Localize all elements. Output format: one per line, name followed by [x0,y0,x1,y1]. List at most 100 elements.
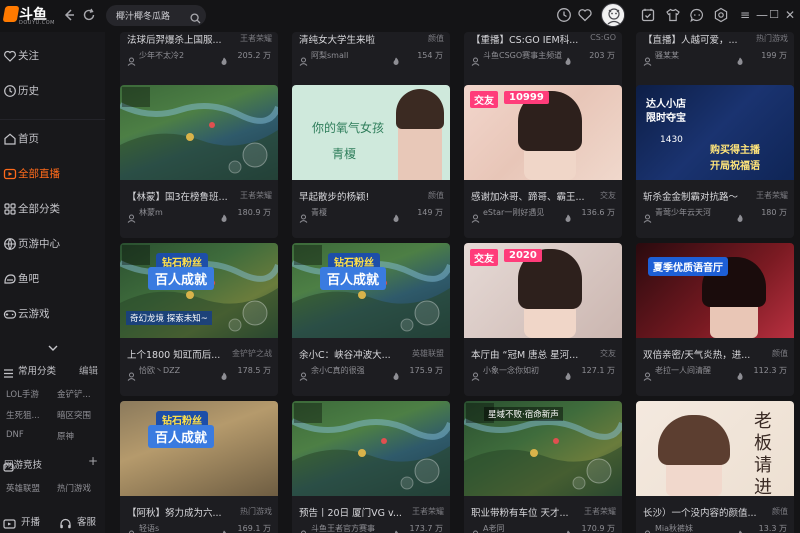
category-tag[interactable]: 热门游戏 [57,482,91,494]
shirt-icon[interactable] [665,7,681,23]
card-streamer: 斗鱼王者官方赛事 [311,524,375,533]
card-views: 169.1 万 [237,524,271,533]
stream-thumbnail[interactable] [292,401,450,496]
avatar[interactable] [601,3,625,27]
category-tag[interactable]: LOL手游 [6,388,39,400]
stream-thumbnail[interactable]: 星域不败·宿命新声 [464,401,622,496]
overlay-line2: 限时夺宝 [646,113,686,124]
overlay-badge: 交友 [470,249,498,266]
stream-thumbnail[interactable]: 达人小店 限时夺宝 1430 购买得主播 开局祝福语 [636,85,794,180]
overlay-line4: 开局祝福语 [710,161,760,172]
calendar-check-icon[interactable] [640,7,656,23]
douyu-logo[interactable]: 斗鱼 DOUYU.COM [2,4,55,26]
category-tag[interactable]: 金铲铲... [57,388,91,400]
sidebar-item-web-games[interactable]: 页游中心 [0,229,105,257]
close-button[interactable]: ✕ [783,7,797,23]
category-tag[interactable]: 原神 [57,430,74,442]
live-card[interactable]: 【林蒙】国3在榜鲁班... 王者荣耀 林蒙m 180.9 万 [120,85,278,238]
sidebar-item-label: 全部分类 [18,203,60,215]
stream-thumbnail[interactable]: 夏季优质语音厅 [636,243,794,338]
user-icon [127,208,136,223]
live-card[interactable]: 星域不败·宿命新声 职业带粉有车位 天才... 王者荣耀 A老同 170.9 万 [464,401,622,533]
refresh-icon[interactable] [82,8,96,22]
sidebar-item-cloud-games[interactable]: 云游戏 [0,299,105,327]
headset-icon [59,515,72,529]
live-card[interactable]: 夏季优质语音厅 双倍亲密/天气炎热，进... 颜值 老拉一人间清醒 112.3 万 [636,243,794,396]
card-title: 感谢加冰哥、蹄哥、霸王... [471,192,585,203]
overlay-line3: 购买得主播 [710,145,760,156]
live-card[interactable]: 预告丨20日 厦门VG v... 王者荣耀 斗鱼王者官方赛事 173.7 万 [292,401,450,533]
gear-icon[interactable] [713,7,729,23]
sidebar-divider [0,119,105,120]
category-tag[interactable]: 生死狙... [6,409,40,421]
add-category-button[interactable]: + [88,454,98,468]
fire-icon [564,208,572,222]
card-streamer: 阿梨small [311,51,349,60]
fire-icon [392,51,400,65]
sidebar-item-follow[interactable]: 关注 [0,41,105,69]
user-icon [471,51,480,66]
overlay-line1: 达人小店 [646,99,686,110]
card-views: 180.9 万 [237,208,271,217]
live-card[interactable]: 老板请进长沙）一个没内容的颜值... 颜值 Mia秋裤妹 13.3 万 [636,401,794,533]
sidebar-item-fish-bar[interactable]: 鱼吧 [0,264,105,292]
category-tag[interactable]: 英雄联盟 [6,482,40,494]
search-icon[interactable] [190,9,201,24]
live-icon [3,166,17,180]
sidebar-item-label: 历史 [18,85,39,97]
start-live-button[interactable]: 开播 [3,512,51,530]
chat-icon[interactable] [689,7,705,23]
sidebar-item-all-categories[interactable]: 全部分类 [0,194,105,222]
maximize-button[interactable]: ☐ [767,7,781,23]
card-streamer: 斗鱼CSGO赛事主频道 [483,51,563,60]
heart-icon [3,48,17,62]
overlay-number: 2020 [504,249,542,262]
esports-label: 网游竞技 [4,460,43,471]
category-tag[interactable]: 暗区突围 [57,409,91,421]
hair-shape [396,89,444,129]
stream-thumbnail[interactable] [120,85,278,180]
user-icon [471,366,480,381]
stream-thumbnail[interactable]: 钻石粉丝 百人成就 奇幻龙境 探索未知~ [120,243,278,338]
sidebar-item-history[interactable]: 历史 [0,76,105,104]
card-views: 175.9 万 [409,366,443,375]
stream-thumbnail[interactable]: 交友 10999 [464,85,622,180]
live-card[interactable]: 交友 10999 感谢加冰哥、蹄哥、霸王... 交友 eStar一刚好遇见 136.6 万 [464,85,622,238]
card-streamer: 林蒙m [139,208,163,217]
overlay-badge-main: 百人成就 [320,267,387,290]
live-card[interactable]: 钻石粉丝 百人成就 【阿秋】努力成为六... 热门游戏 轻语s 169.1 万 [120,401,278,533]
menu-button[interactable]: ≡ [738,7,752,23]
heart-icon[interactable] [577,7,593,23]
stream-thumbnail[interactable]: 钻石粉丝 百人成就 [292,243,450,338]
hair-shape [658,415,730,465]
fire-icon [564,524,572,533]
top-bar: 斗鱼 DOUYU.COM 椰汁椰冬瓜路 ≡ — ☐ ✕ [0,0,800,32]
clock-icon[interactable] [556,7,572,23]
live-card[interactable]: 交友 2020 本厅由 “冠M 唐总 星河... 交友 小象一念你如初 127.1 万 [464,243,622,396]
chevron-down-icon[interactable] [48,337,58,351]
fire-icon [392,524,400,533]
customer-service-button[interactable]: 客服 [59,512,103,530]
stream-thumbnail[interactable]: 老板请进 [636,401,794,496]
search-input[interactable] [116,8,186,23]
sidebar-item-label: 首页 [18,133,39,145]
logo-mark [2,6,20,22]
sidebar-item-all-live[interactable]: 全部直播 [0,159,105,187]
stream-thumbnail[interactable]: 钻石粉丝 百人成就 [120,401,278,496]
live-card[interactable]: 你的氧气女孩 青榎 早起散步的杨颖! 颜值 青榎 149 万 [292,85,450,238]
category-tag[interactable]: DNF [6,430,24,440]
live-card[interactable]: 钻石粉丝 百人成就 余小C：峡谷冲波大... 英雄联盟 余小C真的很强 175.9 万 [292,243,450,396]
sidebar-item-home[interactable]: 首页 [0,124,105,152]
card-title: 预告丨20日 厦门VG v... [299,508,402,519]
arrow-left-icon[interactable] [62,8,76,22]
live-card[interactable]: 钻石粉丝 百人成就 奇幻龙境 探索未知~ 上个1800 知豇而后... 金铲铲之战 恰欧丶… [120,243,278,396]
gamepad-icon [3,306,17,320]
live-card[interactable]: 达人小店 限时夺宝 1430 购买得主播 开局祝福语 斩杀金金制霸对抗路～ 王者荣耀 青莺少年… [636,85,794,238]
stream-thumbnail[interactable]: 交友 2020 [464,243,622,338]
edit-button[interactable]: 编辑 [79,363,98,377]
card-streamer: 小象一念你如初 [483,366,539,375]
stream-thumbnail[interactable]: 你的氧气女孩 青榎 [292,85,450,180]
app-window: 斗鱼 DOUYU.COM 椰汁椰冬瓜路 ≡ — ☐ ✕ 关注 历史 首页 全部直… [0,0,800,533]
overlay-caption: 奇幻龙境 探索未知~ [126,311,212,325]
grid-icon [3,201,17,215]
